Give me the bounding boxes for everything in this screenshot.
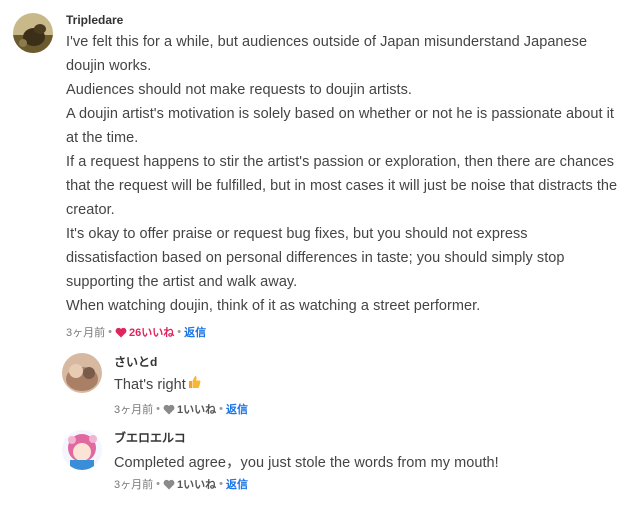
thumbs-up-icon: [188, 375, 201, 393]
like-count[interactable]: 1いいね: [177, 476, 216, 492]
comment-text-line: dissatisfaction based on personal differ…: [66, 250, 565, 266]
separator-dot: •: [156, 478, 160, 490]
comment-author[interactable]: ブエロエルコ: [114, 429, 186, 446]
comment-text-line: doujin works.: [66, 58, 152, 74]
comment-text-line: at the time.: [66, 130, 139, 146]
comment-meta: 3ヶ月前 • 1いいね • 返信: [114, 401, 248, 417]
timestamp: 3ヶ月前: [114, 404, 154, 416]
timestamp: 3ヶ月前: [66, 327, 106, 339]
separator-dot: •: [219, 403, 223, 415]
reply-link[interactable]: 返信: [184, 324, 206, 340]
separator-dot: •: [177, 326, 182, 338]
separator-dot: •: [219, 478, 223, 490]
reply-link[interactable]: 返信: [226, 476, 248, 492]
heart-icon[interactable]: [163, 404, 175, 415]
comment-text-line: creator.: [66, 202, 115, 218]
like-count[interactable]: 26いいね: [129, 324, 174, 340]
comment-text-line: If a request happens to stir the artist'…: [66, 154, 615, 170]
comment-text: That's right: [114, 375, 201, 393]
comment-text-line: that the request will be fulfilled, but …: [66, 178, 618, 194]
comment-text-line: Audiences should not make requests to do…: [66, 82, 413, 98]
comment-author[interactable]: Tripledare: [66, 13, 123, 27]
separator-dot: •: [108, 326, 112, 338]
comment-text-line: When watching doujin, think of it as wat…: [66, 298, 481, 314]
comment-text-line: A doujin artist's motivation is solely b…: [66, 106, 615, 122]
comment-text: Completed agree，you just stole the words…: [114, 455, 499, 471]
comment-author[interactable]: さいとd: [114, 353, 157, 370]
reply-saitod: さいとd That's right 3ヶ月前 • 1いいね • 返信: [0, 345, 625, 420]
comment-text-content: That's right: [114, 377, 186, 393]
like-count[interactable]: 1いいね: [177, 401, 216, 417]
comment-tripledare: Tripledare I've felt this for a while, b…: [0, 0, 625, 345]
reply-link[interactable]: 返信: [226, 401, 248, 417]
heart-icon[interactable]: [163, 479, 175, 490]
comment-meta: 3ヶ月前 • 1いいね • 返信: [114, 476, 248, 492]
timestamp: 3ヶ月前: [114, 479, 154, 491]
avatar[interactable]: [62, 353, 102, 393]
comment-meta: 3ヶ月前 • 26いいね • 返信: [66, 324, 206, 340]
comment-body: I've felt this for a while, but audience…: [66, 34, 621, 319]
separator-dot: •: [156, 403, 160, 415]
heart-icon[interactable]: [115, 327, 127, 338]
reply-bueroeruko: ブエロエルコ Completed agree，you just stole th…: [0, 420, 625, 507]
avatar[interactable]: [62, 430, 102, 470]
comment-text-line: It's okay to offer praise or request bug…: [66, 226, 528, 242]
comment-text-line: I've felt this for a while, but audience…: [66, 34, 588, 50]
avatar[interactable]: [13, 13, 53, 53]
comment-text-line: supporting the artist and walk away.: [66, 274, 298, 290]
